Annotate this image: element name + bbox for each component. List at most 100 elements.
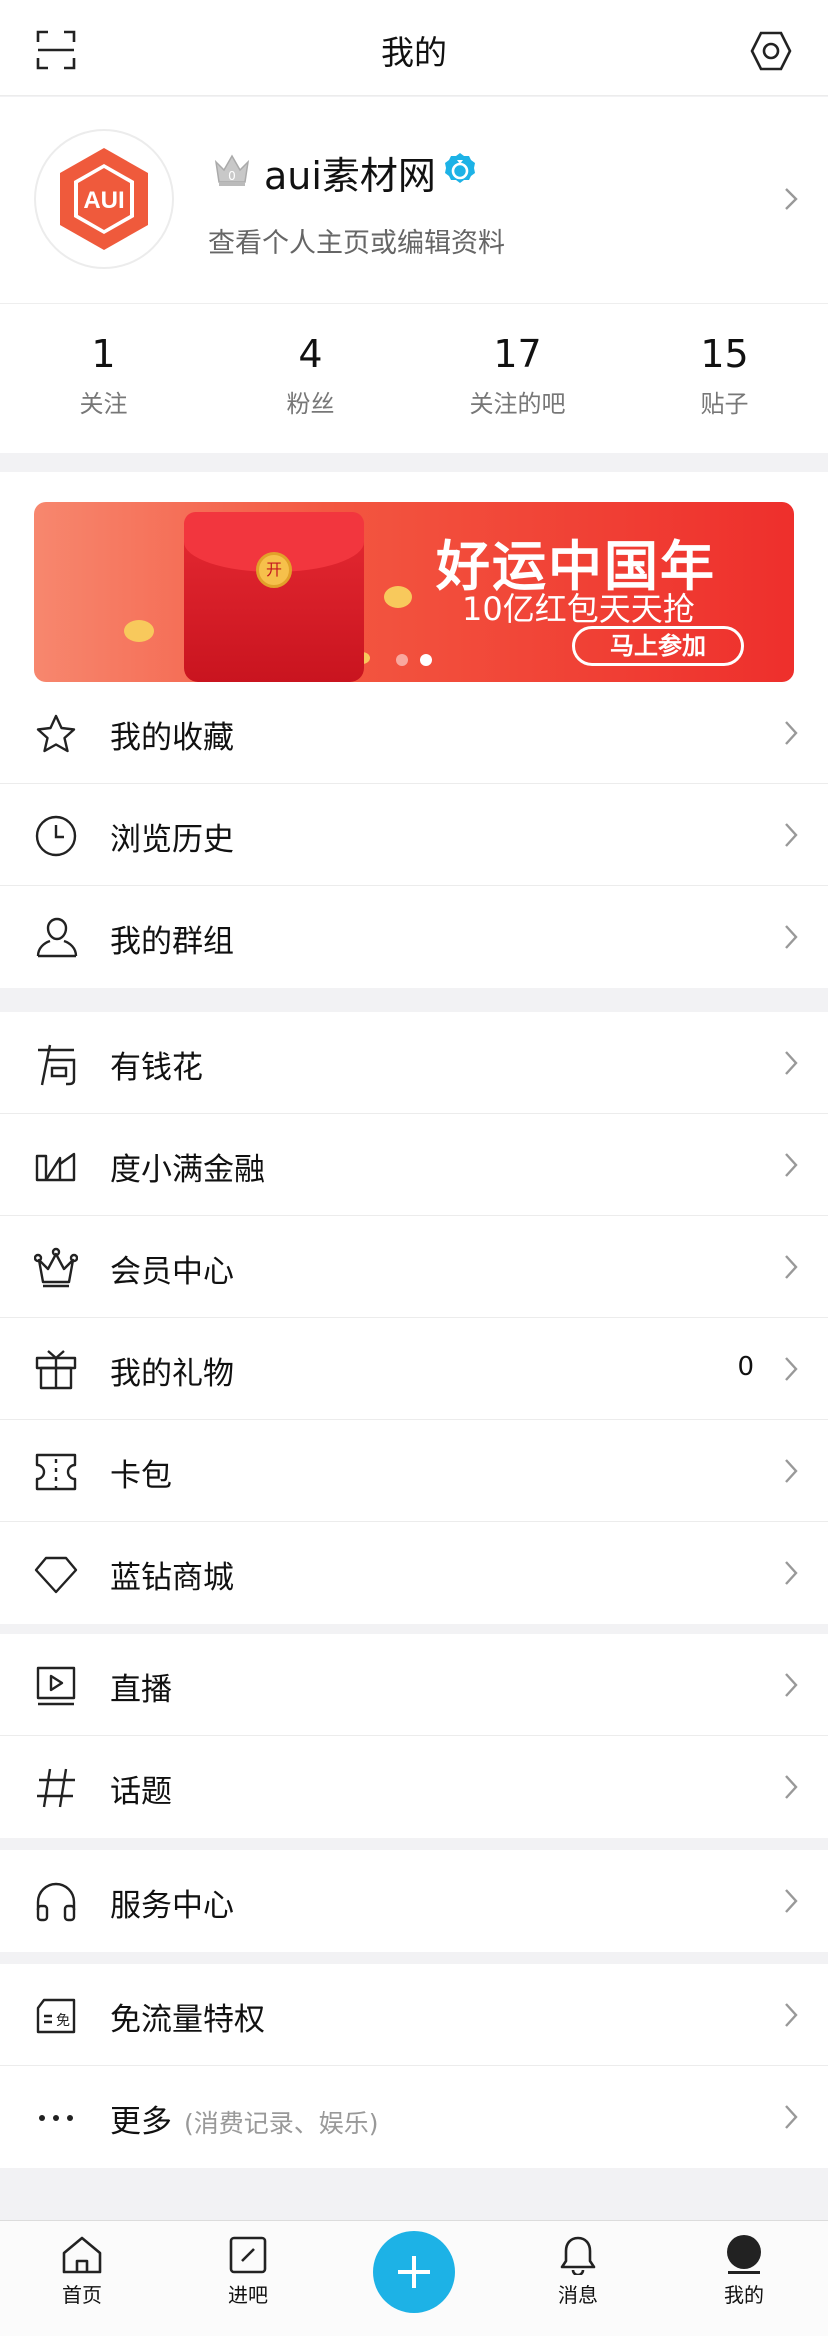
create-post-button[interactable] xyxy=(373,2231,455,2313)
chevron-right-icon xyxy=(784,1254,798,1280)
free-data-icon: 免 xyxy=(34,1994,78,2038)
clock-icon xyxy=(34,814,78,858)
crown-outline-icon xyxy=(34,1246,78,1290)
home-icon xyxy=(62,2236,102,2274)
banner-subtitle: 10亿红包天天抢 xyxy=(462,590,695,628)
avatar[interactable]: AUI xyxy=(34,129,174,269)
stat-followers[interactable]: 4 粉丝 xyxy=(207,304,414,453)
stat-label: 贴子 xyxy=(700,390,749,418)
chevron-right-icon xyxy=(784,822,798,848)
chevron-right-icon xyxy=(784,1774,798,1800)
menu-item-duxiaoman[interactable]: 度小满金融 xyxy=(0,1114,828,1216)
svg-text:0: 0 xyxy=(228,169,236,183)
gift-icon xyxy=(34,1348,78,1392)
tab-home[interactable]: 首页 xyxy=(22,2235,142,2308)
stat-label: 关注 xyxy=(79,390,128,418)
chevron-right-icon xyxy=(784,1356,798,1382)
diamond-icon xyxy=(34,1552,78,1596)
chevron-right-icon xyxy=(784,1672,798,1698)
more-hint: (消费记录、娱乐) xyxy=(184,2109,379,2138)
chevron-right-icon xyxy=(784,1152,798,1178)
page-title: 我的 xyxy=(381,33,447,72)
menu-item-service-center[interactable]: 服务中心 xyxy=(0,1850,828,1952)
chevron-right-icon xyxy=(784,924,798,950)
avatar-logo-text: AUI xyxy=(83,187,124,214)
menu-item-gifts[interactable]: 我的礼物 0 xyxy=(0,1318,828,1420)
menu-label: 话题 xyxy=(110,1774,172,1810)
stat-posts[interactable]: 15 贴子 xyxy=(621,304,828,453)
menu-item-more[interactable]: 更多 (消费记录、娱乐) xyxy=(0,2066,828,2168)
username: aui素材网 xyxy=(264,154,436,198)
menu-item-vip-center[interactable]: 会员中心 xyxy=(0,1216,828,1318)
chevron-right-icon xyxy=(784,720,798,746)
tab-messages[interactable]: 消息 xyxy=(518,2235,638,2308)
menu-label: 免流量特权 xyxy=(110,2002,265,2038)
duxiaoman-icon xyxy=(34,1144,78,1188)
crown-icon: 0 xyxy=(212,152,252,188)
tab-mine[interactable]: 我的 xyxy=(684,2235,804,2308)
menu-label: 服务中心 xyxy=(110,1888,234,1924)
bell-icon xyxy=(560,2236,596,2275)
chevron-right-icon xyxy=(784,1888,798,1914)
menu-item-groups[interactable]: 我的群组 xyxy=(0,886,828,988)
envelope-coin: 开 xyxy=(256,552,292,588)
tab-label: 我的 xyxy=(724,2283,764,2307)
plus-icon xyxy=(398,2256,430,2288)
youqianhua-icon xyxy=(34,1042,78,1086)
star-icon xyxy=(34,712,78,756)
menu-label: 我的群组 xyxy=(110,924,234,960)
profile-card[interactable]: AUI 0 aui素材网 查看个人主页或编辑资料 xyxy=(0,97,828,303)
more-label: 更多 xyxy=(110,2104,172,2140)
chevron-right-icon xyxy=(784,187,798,211)
stat-followed-bars[interactable]: 17 关注的吧 xyxy=(414,304,621,453)
hashtag-icon xyxy=(34,1766,78,1810)
menu-item-free-data[interactable]: 免 免流量特权 xyxy=(0,1964,828,2066)
carousel-dot[interactable] xyxy=(396,654,408,666)
menu-item-diamond-mall[interactable]: 蓝钻商城 xyxy=(0,1522,828,1624)
ticket-icon xyxy=(34,1450,78,1494)
stat-following[interactable]: 1 关注 xyxy=(0,304,207,453)
tab-enter-bar[interactable]: 进吧 xyxy=(188,2235,308,2308)
decor-coin xyxy=(124,620,154,642)
menu-label: 更多 (消费记录、娱乐) xyxy=(110,2096,379,2141)
tab-label: 消息 xyxy=(558,2283,598,2307)
gift-count: 0 xyxy=(737,1352,754,1382)
chevron-right-icon xyxy=(784,1050,798,1076)
tab-label: 首页 xyxy=(62,2283,102,2307)
join-now-button[interactable]: 马上参加 xyxy=(572,626,744,666)
bottom-tab-bar: 首页 进吧 消息 我的 xyxy=(0,2220,828,2336)
menu-item-history[interactable]: 浏览历史 xyxy=(0,784,828,886)
chevron-right-icon xyxy=(784,1560,798,1586)
svg-text:免: 免 xyxy=(56,2013,70,2029)
stat-value: 17 xyxy=(493,332,542,376)
verified-badge-icon xyxy=(442,151,478,187)
promo-banner[interactable]: 开 好运中国年 10亿红包天天抢 马上参加 xyxy=(34,502,794,682)
menu-label: 我的收藏 xyxy=(110,720,234,756)
chevron-right-icon xyxy=(784,2104,798,2130)
stat-label: 粉丝 xyxy=(286,390,335,418)
menu-label: 直播 xyxy=(110,1672,172,1708)
chevron-right-icon xyxy=(784,2002,798,2028)
tab-label: 进吧 xyxy=(228,2283,268,2307)
menu-label: 蓝钻商城 xyxy=(110,1560,234,1596)
headphones-icon xyxy=(34,1880,78,1924)
top-bar: 我的 xyxy=(0,0,828,96)
edit-square-icon xyxy=(229,2236,267,2274)
menu-label: 浏览历史 xyxy=(110,822,234,858)
chevron-right-icon xyxy=(784,1458,798,1484)
menu-item-topics[interactable]: 话题 xyxy=(0,1736,828,1838)
settings-icon[interactable] xyxy=(750,30,792,72)
group-icon xyxy=(34,916,78,960)
profile-subtitle: 查看个人主页或编辑资料 xyxy=(208,228,505,259)
live-video-icon xyxy=(34,1664,78,1708)
menu-item-card-wallet[interactable]: 卡包 xyxy=(0,1420,828,1522)
carousel-dot-active[interactable] xyxy=(420,654,432,666)
red-envelope-image: 开 xyxy=(184,512,364,682)
menu-label: 度小满金融 xyxy=(110,1152,265,1188)
decor-coin xyxy=(384,586,412,608)
menu-item-live[interactable]: 直播 xyxy=(0,1634,828,1736)
profile-filled-icon xyxy=(727,2235,761,2274)
menu-label: 有钱花 xyxy=(110,1050,203,1086)
menu-item-youqianhua[interactable]: 有钱花 xyxy=(0,1012,828,1114)
menu-item-favorites[interactable]: 我的收藏 xyxy=(0,682,828,784)
